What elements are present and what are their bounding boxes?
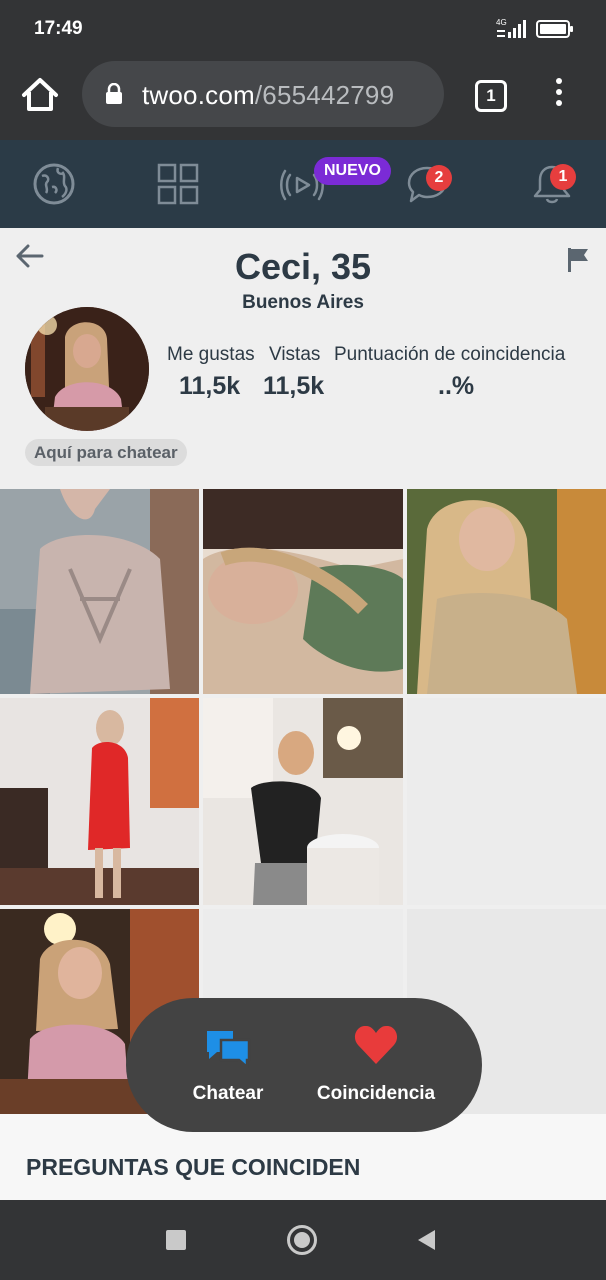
back-system-icon[interactable] (415, 1228, 437, 1252)
photo-5-image (203, 698, 403, 905)
photo-slot-empty (407, 698, 606, 905)
chat-bubbles-icon (207, 1031, 251, 1070)
app-navigation: NUEVO 2 1 (0, 140, 606, 228)
status-time: 17:49 (34, 18, 83, 39)
home-icon[interactable] (20, 75, 60, 115)
photo-4[interactable] (0, 698, 199, 905)
profile-action-bar: Chatear Coincidencia (126, 998, 482, 1132)
url-path: /655442799 (254, 80, 395, 110)
network-type-label: 4G (496, 18, 507, 27)
tab-switcher-button[interactable]: 1 (475, 80, 507, 112)
lock-icon (106, 83, 122, 104)
photo-1[interactable] (0, 489, 199, 694)
new-badge: NUEVO (314, 157, 391, 185)
stat-likes-value: 11,5k (179, 372, 241, 400)
notifications-count-badge: 1 (550, 164, 576, 190)
browser-menu-icon[interactable] (552, 78, 566, 112)
profile-avatar[interactable] (25, 307, 149, 431)
photo-5[interactable] (203, 698, 403, 905)
address-bar[interactable]: twoo.com/655442799 (82, 61, 444, 127)
stat-likes: Me gustas 11,5k (167, 344, 255, 401)
heart-icon (354, 1025, 398, 1064)
messages-count-badge: 2 (426, 165, 452, 191)
url-text[interactable]: twoo.com/655442799 (142, 80, 394, 111)
chat-button[interactable]: Chatear (186, 1028, 270, 1105)
stat-views: Vistas 11,5k (263, 344, 324, 401)
here-to-chat-pill: Aquí para chatear (25, 439, 187, 466)
stat-views-value: 11,5k (263, 372, 325, 400)
match-button-label: Coincidencia (316, 1083, 436, 1104)
chat-button-label: Chatear (192, 1083, 264, 1104)
grid-icon[interactable] (156, 162, 200, 206)
stat-match-value: ..% (438, 372, 475, 400)
photo-4-image (0, 698, 199, 905)
photo-2-image (203, 489, 403, 694)
browser-toolbar: twoo.com/655442799 1 (0, 58, 606, 140)
photo-3-image (407, 489, 606, 694)
matching-questions-title: PREGUNTAS QUE COINCIDEN (26, 1154, 361, 1180)
globe-icon[interactable] (32, 162, 76, 206)
url-domain: twoo.com (142, 80, 255, 110)
recent-apps-icon[interactable] (166, 1230, 186, 1250)
photo-3[interactable] (407, 489, 606, 694)
photo-1-image (0, 489, 199, 694)
system-navigation-bar (0, 1200, 606, 1280)
signal-icon: 4G (496, 18, 526, 38)
battery-icon (536, 20, 573, 38)
avatar-photo (25, 307, 149, 431)
match-button[interactable]: Coincidencia (312, 1024, 440, 1105)
photo-2[interactable] (203, 489, 403, 694)
stat-views-label: Vistas (269, 344, 321, 365)
stat-likes-label: Me gustas (167, 344, 255, 365)
home-system-icon[interactable] (287, 1225, 317, 1255)
status-bar: 17:49 4G (0, 0, 606, 58)
stat-match-score: Puntuación de coincidencia ..% (334, 344, 565, 401)
profile-name: Ceci, 35 (234, 246, 372, 287)
stat-match-label: Puntuación de coincidencia (334, 344, 566, 365)
